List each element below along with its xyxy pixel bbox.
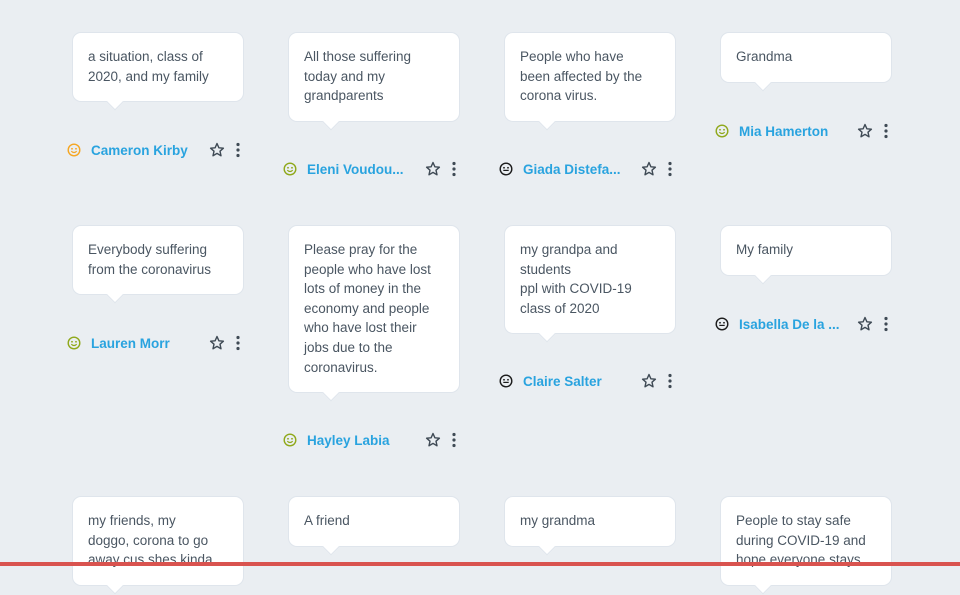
green-smiley-icon [283, 433, 297, 447]
prayer-bubble: Grandma [720, 32, 892, 83]
more-options-icon[interactable] [235, 335, 241, 351]
author-row: Lauren Morr [67, 333, 254, 353]
prayer-bubble: Please pray for the people who have lost… [288, 225, 460, 393]
more-options-icon[interactable] [883, 316, 889, 332]
prayer-card: Please pray for the people who have lost… [283, 225, 460, 448]
star-icon[interactable] [209, 335, 225, 351]
author-name[interactable]: Cameron Kirby [91, 143, 199, 158]
star-icon[interactable] [857, 316, 873, 332]
author-name[interactable]: Isabella De la ... [739, 317, 847, 332]
prayer-bubble: my grandma [504, 496, 676, 547]
green-smiley-icon [715, 124, 729, 138]
prayer-card: A friend [288, 496, 460, 547]
author-row: Claire Salter [499, 371, 686, 391]
prayer-card: my friends, my doggo, corona to go away … [72, 496, 244, 586]
star-icon[interactable] [425, 432, 441, 448]
black-smiley-icon [715, 317, 729, 331]
green-smiley-icon [283, 162, 297, 176]
prayer-card: All those suffering today and my grandpa… [283, 32, 460, 177]
prayer-bubble: People who have been affected by the cor… [504, 32, 676, 122]
star-icon[interactable] [209, 142, 225, 158]
prayer-bubble: My family [720, 225, 892, 276]
prayer-bubble: All those suffering today and my grandpa… [288, 32, 460, 122]
author-row: Isabella De la ... [715, 314, 902, 334]
author-name[interactable]: Claire Salter [523, 374, 631, 389]
author-name[interactable]: Hayley Labia [307, 433, 415, 448]
prayer-bubble: People to stay safe during COVID-19 and … [720, 496, 892, 586]
prayer-bubble: my grandpa and students ppl with COVID-1… [504, 225, 676, 334]
more-options-icon[interactable] [667, 373, 673, 389]
prayer-card: a situation, class of 2020, and my famil… [67, 32, 244, 158]
more-options-icon[interactable] [883, 123, 889, 139]
prayer-card: People to stay safe during COVID-19 and … [720, 496, 892, 586]
more-options-icon[interactable] [235, 142, 241, 158]
prayer-bubble: A friend [288, 496, 460, 547]
star-icon[interactable] [641, 373, 657, 389]
prayer-card: my grandpa and students ppl with COVID-1… [499, 225, 676, 389]
prayer-card: Grandma Mia Hamerton [715, 32, 892, 139]
star-icon[interactable] [641, 161, 657, 177]
prayer-bubble: a situation, class of 2020, and my famil… [72, 32, 244, 102]
prayer-card: Everybody suffering from the coronavirus… [67, 225, 244, 351]
star-icon[interactable] [857, 123, 873, 139]
prayer-bubble: my friends, my doggo, corona to go away … [72, 496, 244, 586]
author-name[interactable]: Lauren Morr [91, 336, 199, 351]
black-smiley-icon [499, 374, 513, 388]
bottom-divider [0, 562, 960, 566]
more-options-icon[interactable] [451, 161, 457, 177]
author-row: Hayley Labia [283, 430, 470, 450]
prayer-card: my grandma [504, 496, 676, 547]
green-smiley-icon [67, 336, 81, 350]
star-icon[interactable] [425, 161, 441, 177]
prayer-bubble: Everybody suffering from the coronavirus [72, 225, 244, 295]
author-name[interactable]: Mia Hamerton [739, 124, 847, 139]
orange-smiley-icon [67, 143, 81, 157]
author-row: Cameron Kirby [67, 140, 254, 160]
author-row: Eleni Voudou... [283, 159, 470, 179]
author-row: Giada Distefa... [499, 159, 686, 179]
author-name[interactable]: Eleni Voudou... [307, 162, 415, 177]
prayer-card: My family Isabella De la ... [715, 225, 892, 332]
more-options-icon[interactable] [451, 432, 457, 448]
prayer-card: People who have been affected by the cor… [499, 32, 676, 177]
more-options-icon[interactable] [667, 161, 673, 177]
black-smiley-icon [499, 162, 513, 176]
author-name[interactable]: Giada Distefa... [523, 162, 631, 177]
author-row: Mia Hamerton [715, 121, 902, 141]
